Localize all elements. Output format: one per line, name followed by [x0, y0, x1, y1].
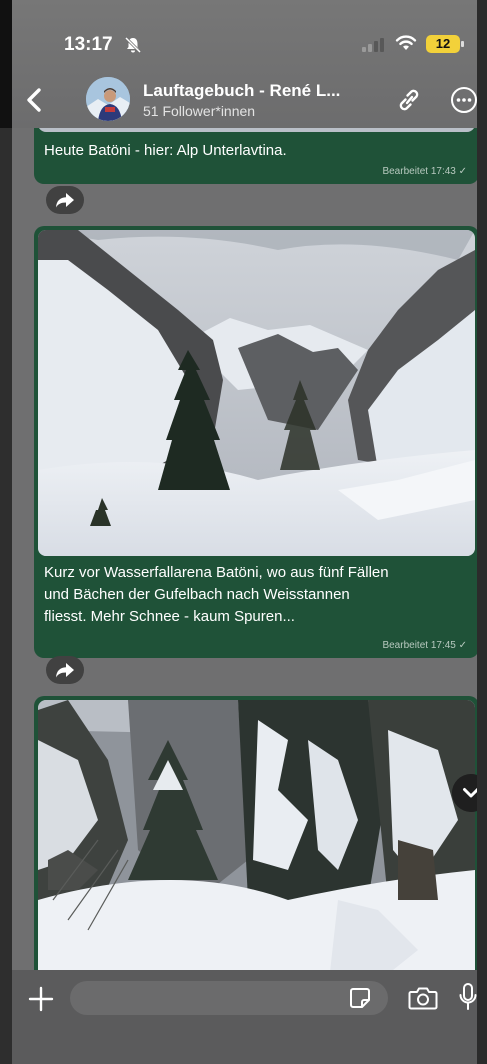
message-bubble[interactable] — [34, 696, 477, 970]
phone-screen: 13:17 12 Lauftagebuch - René L... 51 Fol… — [12, 0, 477, 1064]
camera-icon[interactable] — [408, 985, 438, 1011]
message-caption: Kurz vor Wasserfallarena Batöni, wo aus … — [44, 562, 389, 628]
caption-line: fliesst. Mehr Schnee - kaum Spuren... — [44, 608, 295, 625]
input-bar — [12, 970, 477, 1064]
message-edited-time: Bearbeitet 17:45 ✓ — [382, 640, 467, 651]
right-edge — [477, 0, 487, 1064]
message-photo[interactable] — [38, 128, 475, 132]
chat-header: 13:17 12 Lauftagebuch - René L... 51 Fol… — [12, 0, 477, 128]
caption-line: und Bächen der Gufelbach nach Weisstanne… — [44, 586, 350, 603]
forward-icon — [56, 663, 74, 678]
mic-icon[interactable] — [458, 982, 477, 1012]
chat-area[interactable]: Heute Batöni - hier: Alp Unterlavtina. B… — [12, 128, 477, 970]
message-edited-time: Bearbeitet 17:43 ✓ — [382, 166, 467, 177]
wifi-icon — [395, 35, 417, 50]
left-edge — [0, 0, 12, 1064]
back-arrow-icon[interactable] — [24, 86, 46, 114]
signal-icon — [362, 38, 384, 52]
sticker-icon[interactable] — [348, 986, 372, 1010]
plus-icon[interactable] — [28, 986, 54, 1012]
channel-title[interactable]: Lauftagebuch - René L... — [143, 81, 340, 101]
message-bubble[interactable]: Heute Batöni - hier: Alp Unterlavtina. B… — [34, 128, 477, 184]
forward-icon — [56, 193, 74, 208]
avatar[interactable] — [86, 77, 130, 121]
status-time: 13:17 — [64, 34, 113, 55]
message-photo[interactable] — [38, 700, 475, 970]
battery-indicator: 12 — [426, 35, 464, 53]
link-icon[interactable] — [394, 86, 424, 114]
message-caption: Heute Batöni - hier: Alp Unterlavtina. — [44, 142, 287, 159]
more-icon[interactable] — [450, 86, 477, 114]
message-input[interactable] — [70, 981, 388, 1015]
follower-count: 51 Follower*innen — [143, 103, 256, 119]
message-photo[interactable] — [38, 230, 475, 556]
message-bubble[interactable]: Kurz vor Wasserfallarena Batöni, wo aus … — [34, 226, 477, 658]
caption-line: Kurz vor Wasserfallarena Batöni, wo aus … — [44, 564, 389, 581]
forward-button[interactable] — [46, 186, 84, 214]
forward-button[interactable] — [46, 656, 84, 684]
bell-slash-icon — [124, 36, 142, 54]
